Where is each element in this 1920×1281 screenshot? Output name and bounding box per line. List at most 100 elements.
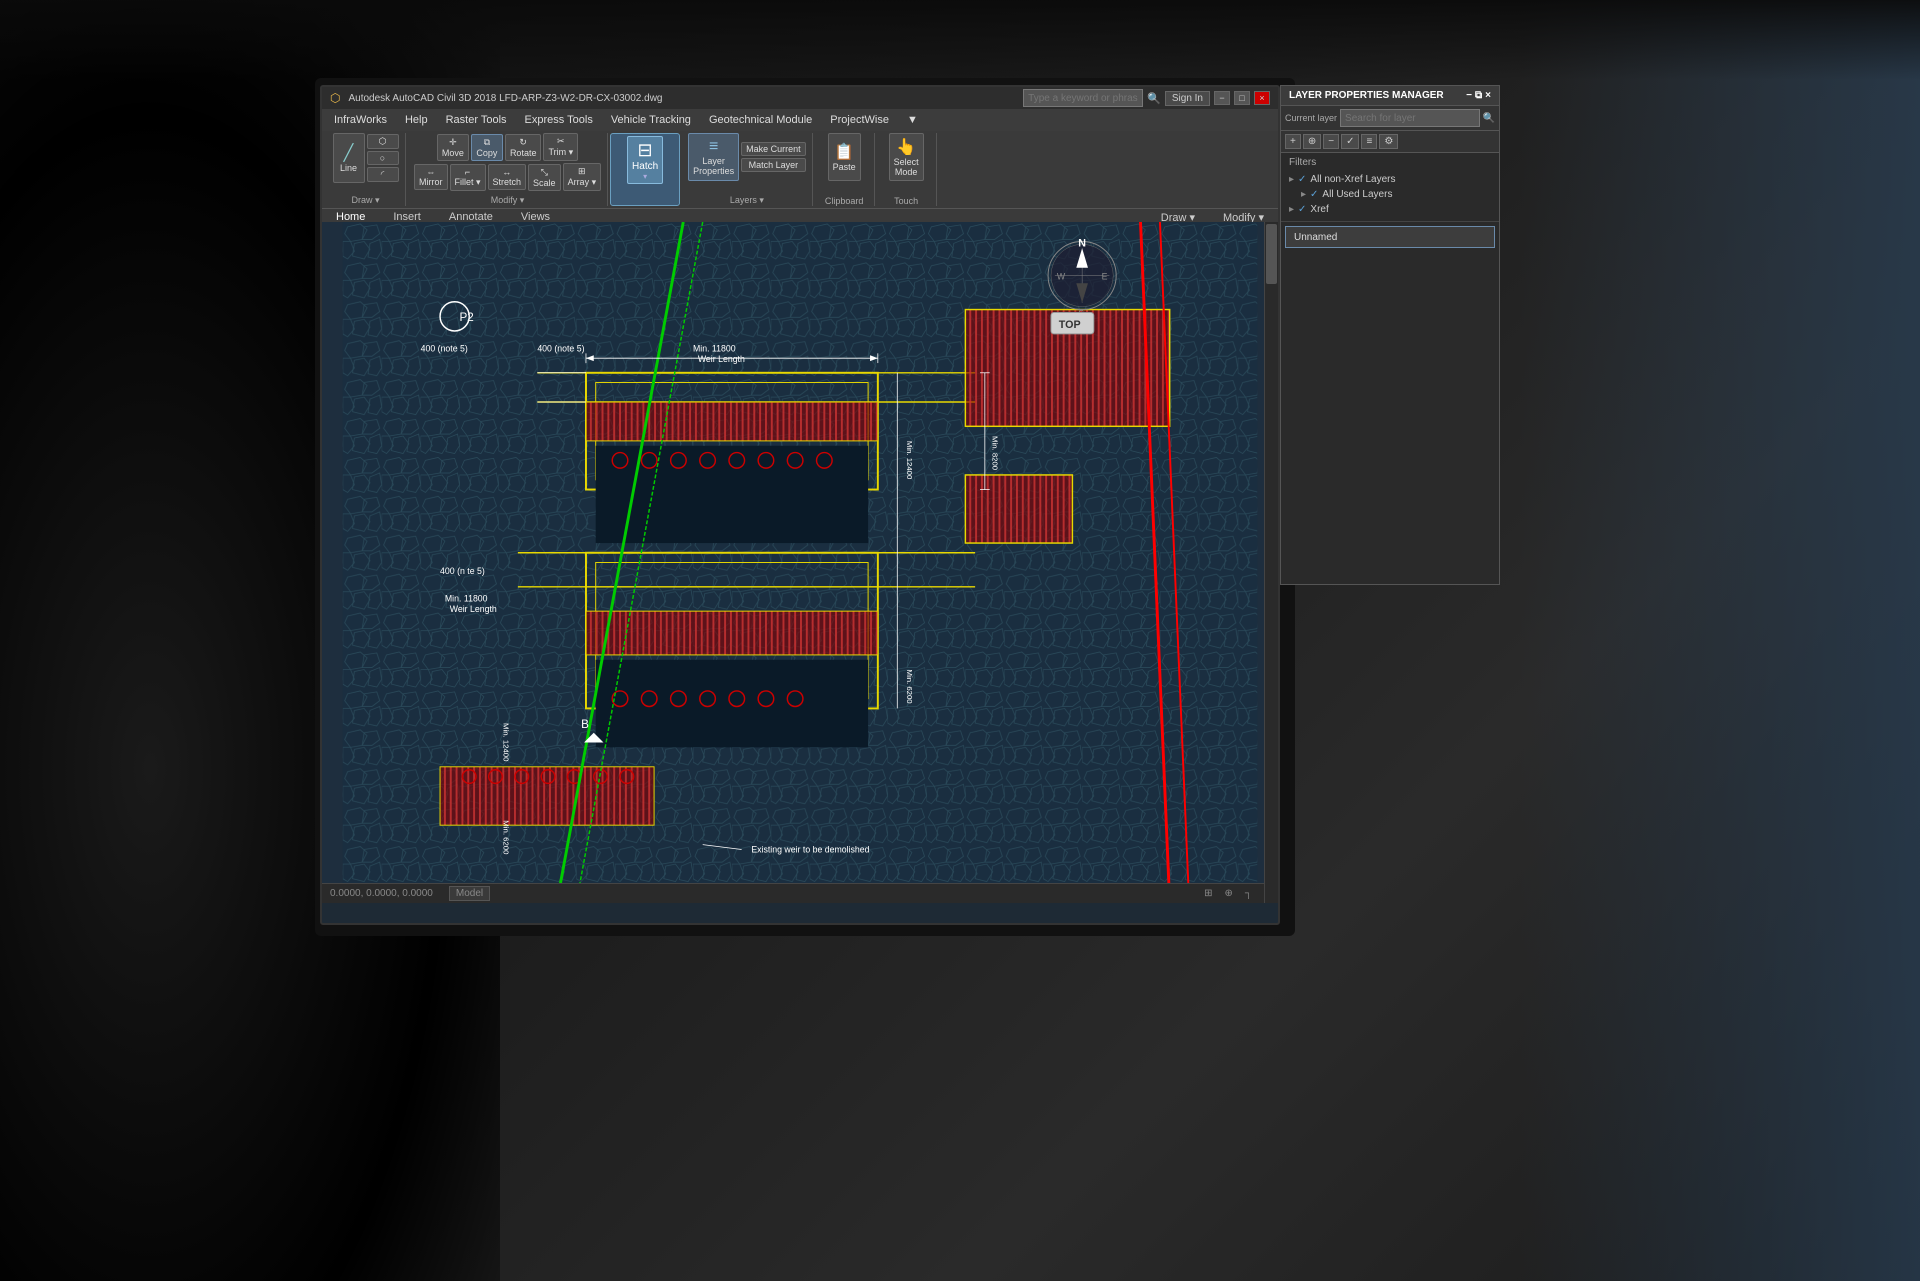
menu-vehicle[interactable]: Vehicle Tracking — [603, 112, 699, 128]
trim-icon: ✂ — [557, 136, 565, 147]
tree-expand-icon: ▸ — [1289, 174, 1294, 185]
filter-label-1: All non-Xref Layers — [1310, 174, 1395, 185]
menu-geotechnical[interactable]: Geotechnical Module — [701, 112, 820, 128]
svg-text:Min. 12400: Min. 12400 — [501, 723, 510, 762]
svg-text:Weir Length: Weir Length — [698, 354, 745, 364]
snap-button[interactable]: ⊕ — [1221, 888, 1237, 899]
panel-icon-buttons: + ⊕ − ✓ ≡ ⚙ — [1281, 131, 1499, 153]
move-button[interactable]: ✛ Move — [437, 134, 469, 161]
menu-bar: InfraWorks Help Raster Tools Express Too… — [322, 109, 1278, 131]
svg-text:Weir Length: Weir Length — [450, 604, 497, 614]
scrollbar-thumb[interactable] — [1266, 224, 1277, 284]
model-tab[interactable]: Model — [449, 886, 490, 901]
layers-small: Make Current Match Layer — [741, 142, 806, 172]
tree-icon-3: ▸ — [1289, 204, 1294, 215]
menu-express[interactable]: Express Tools — [517, 112, 601, 128]
array-icon: ⊞ — [578, 166, 586, 177]
layer-properties-button[interactable]: ≡ LayerProperties — [688, 133, 739, 181]
polyline-button[interactable]: ⬡ — [367, 134, 399, 149]
panel-close-btn[interactable]: × — [1485, 90, 1491, 101]
ribbon-group-layers: ≡ LayerProperties Make Current Match Lay… — [682, 133, 813, 206]
menu-infraworks[interactable]: InfraWorks — [326, 112, 395, 128]
svg-text:E: E — [1102, 271, 1108, 281]
arc-icon: ◜ — [381, 169, 385, 180]
panel-toolbar: Current layer 🔍 — [1281, 106, 1499, 131]
draw-small-buttons: ⬡ ○ ◜ — [367, 134, 399, 182]
draw-buttons: ╱ Line ⬡ ○ ◜ — [333, 133, 399, 183]
scale-button[interactable]: ⤡ Scale — [528, 164, 561, 191]
touch-label: Touch — [894, 194, 918, 206]
layers-label[interactable]: Layers ▾ — [730, 193, 764, 206]
mirror-icon: ⇔ — [426, 167, 435, 177]
svg-text:400 (n te 5): 400 (n te 5) — [440, 566, 485, 576]
modify-buttons-row2: ⇔ Mirror ⌐ Fillet ▾ ↔ Stretch ⤡ Scale ⊞ — [414, 163, 601, 191]
paste-button[interactable]: 📋 Paste — [828, 133, 861, 181]
svg-text:Min. 11800: Min. 11800 — [693, 343, 736, 353]
grid-button[interactable]: ⊞ — [1200, 888, 1216, 899]
settings-btn[interactable]: ⚙ — [1379, 134, 1398, 149]
arc-button[interactable]: ◜ — [367, 167, 399, 182]
menu-help[interactable]: Help — [397, 112, 436, 128]
panel-title: LAYER PROPERTIES MANAGER − ⧉ × — [1281, 86, 1499, 106]
svg-text:TOP: TOP — [1059, 319, 1081, 331]
draw-label[interactable]: Draw ▾ — [351, 193, 379, 206]
move-icon: ✛ — [449, 137, 457, 148]
title-bar-left: ⬡ Autodesk AutoCAD Civil 3D 2018 LFD-ARP… — [330, 91, 663, 105]
close-button[interactable]: × — [1254, 91, 1270, 105]
rotate-button[interactable]: ↻ Rotate — [505, 134, 542, 161]
select-mode-button[interactable]: 👆 SelectMode — [889, 133, 924, 181]
panel-minimize-btn[interactable]: − — [1466, 90, 1472, 101]
search-icon: 🔍 — [1147, 92, 1161, 105]
search-input[interactable] — [1023, 89, 1143, 107]
trim-button[interactable]: ✂ Trim ▾ — [543, 133, 578, 161]
make-current-button[interactable]: Make Current — [741, 142, 806, 156]
rotate-icon: ↻ — [519, 137, 527, 148]
filter-all-non-xref[interactable]: ▸ ✓ All non-Xref Layers — [1289, 172, 1491, 187]
line-button[interactable]: ╱ Line — [333, 133, 365, 183]
ortho-button[interactable]: ┐ — [1241, 888, 1256, 899]
menu-raster[interactable]: Raster Tools — [438, 112, 515, 128]
set-current-btn[interactable]: ✓ — [1341, 134, 1359, 149]
fillet-button[interactable]: ⌐ Fillet ▾ — [450, 164, 486, 191]
title-bar: ⬡ Autodesk AutoCAD Civil 3D 2018 LFD-ARP… — [322, 87, 1278, 109]
title-bar-right: 🔍 Sign In − □ × — [1023, 89, 1270, 107]
copy-button[interactable]: ⧉ Copy — [471, 134, 503, 161]
layers-row1: ≡ LayerProperties Make Current Match Lay… — [688, 133, 806, 181]
paste-icon: 📋 — [834, 142, 854, 162]
layer-search-input[interactable] — [1340, 109, 1480, 127]
scrollbar-vertical[interactable] — [1264, 222, 1278, 903]
minimize-button[interactable]: − — [1214, 91, 1230, 105]
svg-text:W: W — [1057, 271, 1066, 281]
hatch-button[interactable]: ⊟ Hatch ▾ — [627, 136, 663, 184]
filter-xref[interactable]: ▸ ✓ Xref — [1289, 202, 1491, 217]
panel-float-btn[interactable]: ⧉ — [1475, 90, 1482, 101]
current-layer-label: Current layer — [1285, 113, 1337, 123]
svg-text:Min. 12400: Min. 12400 — [905, 441, 914, 480]
bg-blur-top — [0, 0, 1920, 80]
menu-more[interactable]: ▼ — [899, 112, 926, 128]
copy-icon: ⧉ — [484, 137, 490, 148]
hatch-dropdown[interactable]: ▾ — [643, 172, 647, 181]
sign-in-button[interactable]: Sign In — [1165, 91, 1210, 106]
restore-button[interactable]: □ — [1234, 91, 1250, 105]
mirror-button[interactable]: ⇔ Mirror — [414, 164, 448, 190]
stretch-button[interactable]: ↔ Stretch — [488, 164, 527, 190]
filters-title: Filters — [1289, 157, 1491, 168]
check-icon-2: ✓ — [1310, 189, 1318, 200]
drawing-canvas[interactable]: P2 400 (note 5) 400 (note 5) Min. 11800 … — [322, 222, 1278, 903]
circle-button[interactable]: ○ — [367, 151, 399, 165]
delete-layer-btn[interactable]: − — [1323, 134, 1339, 149]
svg-text:Min. 11800: Min. 11800 — [445, 593, 488, 603]
array-button[interactable]: ⊞ Array ▾ — [563, 163, 602, 191]
ribbon-group-modify: ✛ Move ⧉ Copy ↻ Rotate ✂ Trim ▾ ⇔ — [408, 133, 608, 206]
filter-all-used[interactable]: ▸ ✓ All Used Layers — [1289, 187, 1491, 202]
layer-properties-panel: LAYER PROPERTIES MANAGER − ⧉ × Current l… — [1280, 85, 1500, 585]
menu-projectwise[interactable]: ProjectWise — [822, 112, 897, 128]
layer-states-btn[interactable]: ≡ — [1361, 134, 1377, 149]
match-layer-button[interactable]: Match Layer — [741, 158, 806, 172]
new-layer-btn[interactable]: + — [1285, 134, 1301, 149]
unnamed-layer[interactable]: Unnamed — [1285, 226, 1495, 248]
new-layer-vp-btn[interactable]: ⊕ — [1303, 134, 1321, 149]
modify-label[interactable]: Modify ▾ — [491, 193, 525, 206]
svg-text:Min. 8200: Min. 8200 — [991, 436, 1000, 471]
